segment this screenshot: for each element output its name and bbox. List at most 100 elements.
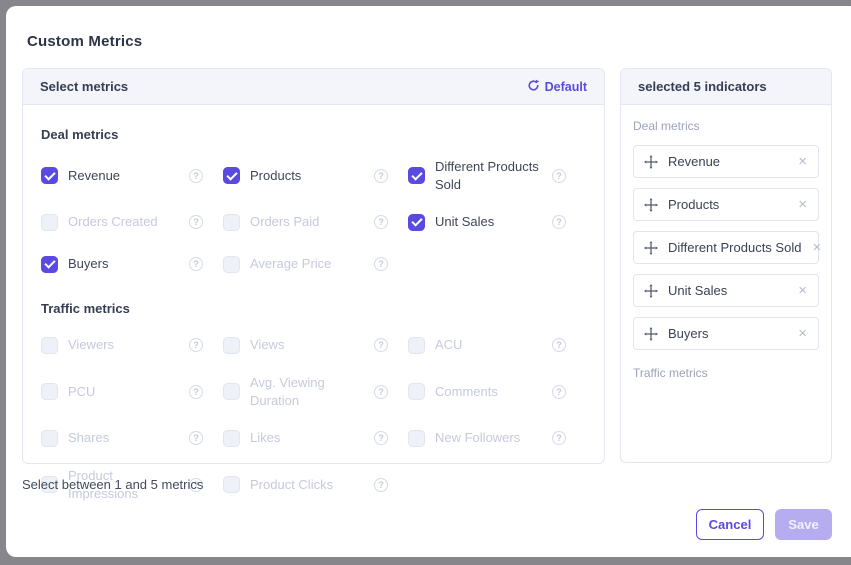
metric-option-label: Views	[250, 336, 284, 354]
metric-checkbox[interactable]	[41, 430, 58, 447]
metric-checkbox[interactable]	[223, 256, 240, 273]
metric-option-label: Viewers	[68, 336, 114, 354]
help-icon[interactable]	[374, 385, 388, 399]
metric-option-label: Unit Sales	[435, 213, 494, 231]
group-heading: Traffic metrics	[41, 301, 586, 316]
metric-checkbox[interactable]	[41, 256, 58, 273]
selected-metric-label: Buyers	[668, 326, 708, 341]
help-icon[interactable]	[374, 257, 388, 271]
help-icon[interactable]	[189, 169, 203, 183]
metric-checkbox[interactable]	[408, 167, 425, 184]
metric-option[interactable]: Average Price	[223, 249, 408, 279]
help-icon[interactable]	[552, 215, 566, 229]
help-icon[interactable]	[189, 338, 203, 352]
metric-checkbox[interactable]	[223, 214, 240, 231]
drag-handle-icon[interactable]	[644, 155, 658, 169]
metric-option[interactable]: New Followers	[408, 423, 586, 453]
metric-option-label: Buyers	[68, 255, 108, 273]
metric-option[interactable]: Orders Paid	[223, 207, 408, 237]
help-icon[interactable]	[189, 257, 203, 271]
close-icon[interactable]: ×	[797, 197, 808, 212]
metric-option-label: Products	[250, 167, 301, 185]
metric-option[interactable]: Views	[223, 330, 408, 360]
metric-option[interactable]: Avg. Viewing Duration	[223, 372, 408, 411]
drag-handle-icon[interactable]	[644, 198, 658, 212]
metric-option-label: Shares	[68, 429, 109, 447]
close-icon[interactable]: ×	[797, 283, 808, 298]
metric-option[interactable]: Products	[223, 156, 408, 195]
metric-option-label: Likes	[250, 429, 280, 447]
selected-metric-card[interactable]: Buyers ×	[633, 317, 819, 350]
metric-option-label: Average Price	[250, 255, 331, 273]
selected-indicators-heading: selected 5 indicators	[638, 79, 767, 94]
selected-metric-card[interactable]: Revenue×	[633, 145, 819, 178]
metric-option[interactable]: Shares	[41, 423, 223, 453]
selection-hint: Select between 1 and 5 metrics	[22, 477, 203, 492]
refresh-icon	[527, 79, 540, 95]
help-icon[interactable]	[552, 431, 566, 445]
metric-option-label: Different Products Sold	[435, 158, 542, 193]
help-icon[interactable]	[189, 215, 203, 229]
close-icon[interactable]: ×	[797, 154, 808, 169]
save-button[interactable]: Save	[775, 509, 832, 540]
metric-checkbox[interactable]	[223, 476, 240, 493]
metric-checkbox[interactable]	[408, 383, 425, 400]
default-button-label: Default	[545, 80, 587, 94]
metric-checkbox[interactable]	[41, 167, 58, 184]
metric-checkbox[interactable]	[223, 430, 240, 447]
selected-indicators-panel: selected 5 indicators Deal metrics Revenu…	[620, 68, 832, 463]
metric-checkbox[interactable]	[408, 430, 425, 447]
metric-checkbox[interactable]	[408, 337, 425, 354]
metric-checkbox[interactable]	[223, 337, 240, 354]
selected-metric-label: Unit Sales	[668, 283, 727, 298]
metric-option[interactable]: Likes	[223, 423, 408, 453]
metric-option[interactable]: PCU	[41, 372, 223, 411]
metric-option[interactable]: Different Products Sold	[408, 156, 586, 195]
drag-handle-icon[interactable]	[644, 284, 658, 298]
metric-checkbox[interactable]	[223, 383, 240, 400]
metric-groups: Deal metricsRevenueProductsDifferent Pro…	[23, 105, 604, 504]
metric-option[interactable]: Unit Sales	[408, 207, 586, 237]
drag-handle-icon[interactable]	[644, 241, 658, 255]
cancel-button[interactable]: Cancel	[696, 509, 764, 540]
help-icon[interactable]	[189, 431, 203, 445]
selected-metric-card[interactable]: Products ×	[633, 188, 819, 221]
selected-metric-label: Products	[668, 197, 719, 212]
help-icon[interactable]	[552, 338, 566, 352]
metric-checkbox[interactable]	[41, 383, 58, 400]
default-button[interactable]: Default	[527, 79, 587, 95]
metric-option-label: Avg. Viewing Duration	[250, 374, 364, 409]
selected-metric-card[interactable]: Unit Sales ×	[633, 274, 819, 307]
metric-checkbox[interactable]	[408, 214, 425, 231]
metric-checkbox[interactable]	[223, 167, 240, 184]
help-icon[interactable]	[552, 169, 566, 183]
close-icon[interactable]: ×	[797, 326, 808, 341]
metric-option-label: Orders Paid	[250, 213, 319, 231]
page-title: Custom Metrics	[27, 33, 142, 50]
help-icon[interactable]	[374, 215, 388, 229]
metric-option[interactable]: Revenue	[41, 156, 223, 195]
metric-option[interactable]: Product Clicks	[223, 465, 408, 504]
metric-option[interactable]: Comments	[408, 372, 586, 411]
help-icon[interactable]	[374, 169, 388, 183]
metric-option[interactable]: Viewers	[41, 330, 223, 360]
metric-option[interactable]: Orders Created	[41, 207, 223, 237]
metric-checkbox[interactable]	[41, 214, 58, 231]
help-icon[interactable]	[552, 385, 566, 399]
custom-metrics-modal: Custom Metrics Select metrics Default De…	[6, 6, 851, 557]
metric-option-label: Product Clicks	[250, 476, 333, 494]
help-icon[interactable]	[374, 338, 388, 352]
metric-option-label: Comments	[435, 383, 498, 401]
selected-section-label: Deal metrics	[633, 119, 819, 133]
metric-option[interactable]: Buyers	[41, 249, 223, 279]
metric-option-label: Revenue	[68, 167, 120, 185]
help-icon[interactable]	[374, 431, 388, 445]
selected-section-label: Traffic metrics	[633, 366, 819, 380]
drag-handle-icon[interactable]	[644, 327, 658, 341]
metric-checkbox[interactable]	[41, 337, 58, 354]
metric-option[interactable]: ACU	[408, 330, 586, 360]
selected-metric-card[interactable]: Different Products Sold×	[633, 231, 819, 264]
help-icon[interactable]	[189, 385, 203, 399]
close-icon[interactable]: ×	[811, 240, 822, 255]
help-icon[interactable]	[374, 478, 388, 492]
